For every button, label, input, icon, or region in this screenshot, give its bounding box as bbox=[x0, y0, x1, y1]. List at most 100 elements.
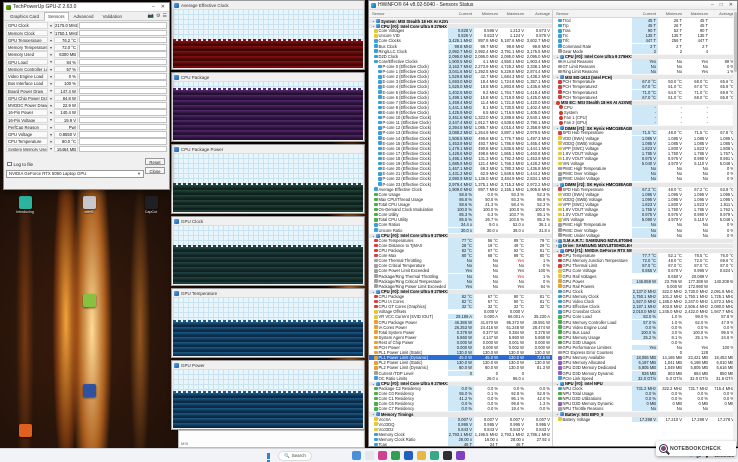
taskbar-icon-widgets[interactable] bbox=[365, 451, 374, 460]
reset-button[interactable]: Reset bbox=[145, 158, 165, 165]
gpuz-sensor-row[interactable]: GPU Chip Power Draw ▾ 84.8 W bbox=[6, 95, 167, 102]
app-icon[interactable] bbox=[19, 424, 32, 437]
graph-icon bbox=[174, 147, 179, 152]
tab-validation[interactable]: Validation bbox=[99, 12, 126, 21]
taskbar-icon-app-pink[interactable] bbox=[378, 451, 387, 460]
close-button[interactable]: Close bbox=[145, 167, 165, 174]
gpu-select-dropdown[interactable]: NVIDIA GeForce RTX 5090 Laptop GPU ▼ bbox=[6, 170, 144, 178]
sensor-row[interactable]: Package/Ring Power Limit Exceeded Yes No… bbox=[369, 284, 552, 289]
sensor-row[interactable]: PCIe Link Speed 32.0 GT/s 5.0 GT/s 32.0 … bbox=[553, 376, 736, 381]
sensor-row[interactable]: PMIC Under Voltage No No No 0 % bbox=[553, 233, 736, 238]
taskbar-icon-task-view[interactable] bbox=[352, 451, 361, 460]
sensor-label: Memory Temperature bbox=[6, 44, 48, 50]
sensor-type-icon bbox=[374, 438, 378, 442]
sensor-row[interactable]: PCH Temperature4 67.0 °C 51.0 °C 68.0 °C… bbox=[553, 95, 736, 100]
sensor-label: PCH Temperature4 bbox=[563, 95, 598, 100]
graph-panel-cpu-package[interactable]: CPU Package bbox=[171, 72, 365, 142]
app-icon[interactable] bbox=[83, 384, 96, 397]
sensor-row[interactable]: Uncore Ratio 30.0 x 30.0 x 38.0 x 31.8 x bbox=[369, 227, 552, 232]
gpuz-sensor-row[interactable]: System Memory Used ▾ 15464 MB bbox=[6, 145, 167, 152]
desktop-icon[interactable]: cdm5 bbox=[76, 196, 102, 214]
maximize-icon[interactable]: □ bbox=[718, 3, 725, 8]
taskbar-icon-app-purple[interactable] bbox=[456, 451, 465, 460]
gpuz-sensor-row[interactable]: GPU Voltage ▾ 0.8550 V bbox=[6, 131, 167, 138]
taskbar-icon-app-green[interactable] bbox=[391, 451, 400, 460]
settings-icon[interactable]: ⚙ bbox=[156, 13, 160, 19]
gpuz-sensor-row[interactable]: Memory Controller Load ▾ 57 % bbox=[6, 66, 167, 73]
sensor-type-icon bbox=[378, 80, 382, 84]
gpuz-sensor-row[interactable]: GPU Clock ▾ 2175.0 MHz bbox=[6, 22, 167, 29]
start-button[interactable] bbox=[265, 451, 274, 460]
graph-panel-cpu-package-power[interactable]: CPU Package Power bbox=[171, 144, 365, 214]
sensor-row[interactable]: NPU Throttle Reasons No No No bbox=[553, 406, 736, 411]
hwinfo-titlebar[interactable]: HWiNFO® 64 v8.02-5040 - Sensors Status –… bbox=[369, 1, 737, 10]
sensor-type-icon bbox=[374, 34, 378, 38]
desktop-icon[interactable] bbox=[12, 424, 38, 438]
minimize-icon[interactable]: – bbox=[709, 3, 716, 8]
scrollbar[interactable] bbox=[733, 10, 737, 446]
close-icon[interactable]: ✕ bbox=[159, 5, 167, 10]
taskbar-icon-app-dark[interactable] bbox=[443, 451, 452, 460]
taskbar-icon-file-explorer[interactable] bbox=[417, 451, 426, 460]
desktop-icon[interactable]: Introducing bbox=[12, 196, 38, 214]
sensor-type-icon bbox=[558, 203, 562, 207]
gpuz-sensor-row[interactable]: GPU Load ▾ 84 % bbox=[6, 58, 167, 65]
gpuz-sensor-row[interactable]: Memory Used ▾ 6300 MB bbox=[6, 51, 167, 58]
sensor-label: GPU Clock bbox=[6, 22, 48, 28]
graph-panel-average-effective-clock[interactable]: Average Effective Clock bbox=[171, 0, 365, 70]
gpuz-sensor-row[interactable]: Memory Temperature ▾ 72.0 °C bbox=[6, 44, 167, 51]
gpuz-sensor-row[interactable]: 16-Pin Power ▾ 140.4 W bbox=[6, 109, 167, 116]
sensor-type-icon bbox=[374, 60, 378, 64]
tab-sensors[interactable]: Sensors bbox=[44, 12, 69, 21]
sensor-type-icon bbox=[378, 136, 382, 140]
app-icon[interactable] bbox=[83, 294, 96, 307]
sensor-history-bar bbox=[79, 59, 167, 65]
camera-icon[interactable]: 📷 bbox=[148, 13, 154, 19]
sensor-row[interactable]: Gear Mode 2 2 4 bbox=[553, 49, 736, 54]
error-icon bbox=[559, 111, 563, 115]
gpuz-sensor-row[interactable]: 16-Pin Voltage ▾ 19.9 V bbox=[6, 116, 167, 123]
gpuz-sensor-row[interactable]: Memory Clock ▾ 1750.1 MHz bbox=[6, 29, 167, 36]
gpuz-sensor-row[interactable]: Video Engine Load ▾ 0 % bbox=[6, 73, 167, 80]
gpuz-sensor-row[interactable]: Board Power Draw ▾ 147.4 W bbox=[6, 87, 167, 94]
sensor-type-icon bbox=[374, 341, 378, 345]
gpuz-sensor-row[interactable]: CPU Temperature ▾ 80.0 °C bbox=[6, 138, 167, 145]
graph-panel-gpu-clock[interactable]: GPU Clock bbox=[171, 216, 365, 286]
sensor-row[interactable]: Fan 2 (GPU) - - - - bbox=[553, 120, 736, 125]
tab-graphics-card[interactable]: Graphics Card bbox=[6, 12, 43, 21]
taskbar-icon-app-teal[interactable] bbox=[430, 451, 439, 460]
graph-panel-gpu-power[interactable]: GPU Power bbox=[171, 360, 365, 430]
search-box[interactable]: 🔍 Search bbox=[278, 451, 312, 461]
gpuz-sensor-row[interactable]: PerfCap Reason ▾ Pwr bbox=[6, 124, 167, 131]
log-to-file-checkbox[interactable]: Log to file bbox=[7, 162, 167, 167]
minimize-icon[interactable]: – bbox=[150, 5, 157, 10]
app-icon[interactable] bbox=[145, 196, 158, 209]
gpuz-sensor-row[interactable]: Bus Interface Load ▾ 100 % bbox=[6, 80, 167, 87]
sensor-row[interactable]: PMIC Under Voltage No No No 0 % bbox=[553, 176, 736, 181]
desktop-icon[interactable] bbox=[76, 294, 102, 308]
graph-plot-area bbox=[173, 225, 363, 284]
desktop-icon[interactable] bbox=[76, 384, 102, 398]
sensor-type-icon bbox=[558, 351, 562, 355]
sensor-row[interactable]: Ring Limit Reasons No No Yes 1 % bbox=[553, 69, 736, 74]
checkbox-icon[interactable] bbox=[7, 162, 12, 167]
app-icon[interactable] bbox=[83, 196, 96, 209]
taskbar-icon-browser[interactable] bbox=[404, 451, 413, 460]
sensor-row[interactable]: Battery Voltage 17.298 V 17.210 V 17.298… bbox=[553, 417, 736, 422]
gpuz-sensor-row[interactable]: GPU Temperature ▾ 76.2 °C bbox=[6, 37, 167, 44]
sensor-history-bar bbox=[79, 73, 167, 79]
sensor-history-bar bbox=[79, 117, 167, 123]
menu-icon[interactable]: ☰ bbox=[163, 13, 167, 19]
app-icon[interactable] bbox=[19, 196, 32, 209]
close-icon[interactable]: ✕ bbox=[727, 3, 735, 8]
sensor-row[interactable]: Tcas 46 T 24 T 46 T bbox=[369, 442, 552, 446]
sensor-value: 15464 MB bbox=[54, 146, 78, 152]
sensor-type-icon bbox=[378, 182, 382, 186]
sensor-type-icon bbox=[558, 341, 562, 345]
gpuz-sensor-row[interactable]: MVDDC Power Draw ▾ 22.9 W bbox=[6, 102, 167, 109]
desktop-icon[interactable]: CapCut bbox=[138, 196, 164, 214]
tab-advanced[interactable]: Advanced bbox=[70, 12, 98, 21]
sensor-label: GPU Temperature bbox=[6, 37, 48, 43]
graph-panel-gpu-temperature[interactable]: GPU Temperature bbox=[171, 288, 365, 358]
sensor-row[interactable]: Core C7 Residency 0.0 % 0.0 % 19.4 % 0.0… bbox=[369, 406, 552, 411]
